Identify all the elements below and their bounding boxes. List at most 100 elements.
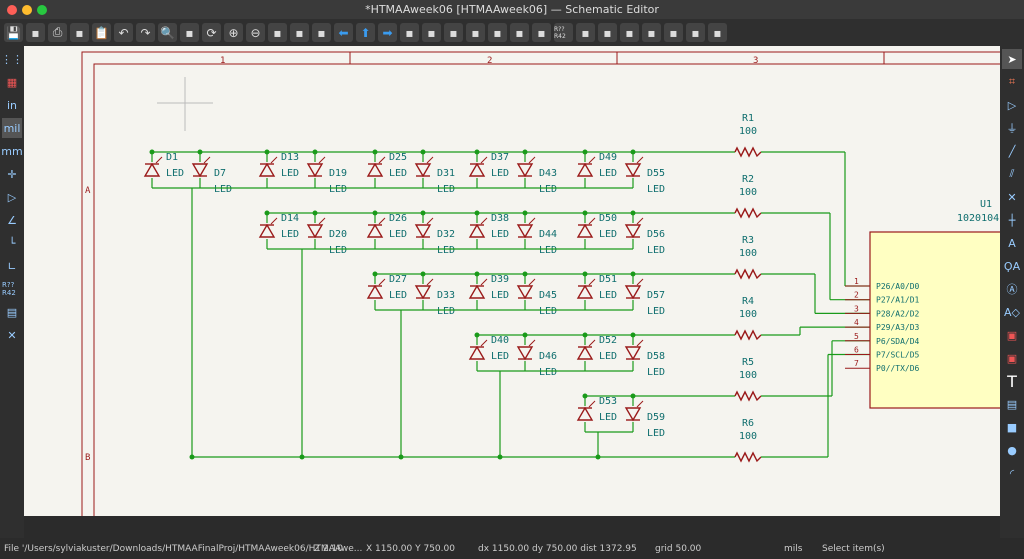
resistor-value[interactable]: 100: [739, 370, 757, 381]
led-reference[interactable]: D52: [599, 335, 617, 346]
led-reference[interactable]: D45: [539, 290, 557, 301]
led-emission-arrow[interactable]: [528, 156, 536, 164]
led-reference[interactable]: D38: [491, 213, 509, 224]
zoom-button[interactable]: [37, 5, 47, 15]
led-reference[interactable]: D44: [539, 229, 557, 240]
u1-reference[interactable]: U1: [980, 199, 992, 210]
select-icon[interactable]: ➤: [1002, 49, 1022, 69]
led-symbol[interactable]: [576, 345, 594, 360]
netlist-icon[interactable]: ▪: [664, 23, 683, 42]
u1-pin-name[interactable]: P27/A1/D1: [876, 296, 920, 305]
led-value[interactable]: LED: [491, 168, 509, 179]
led-value[interactable]: LED: [329, 184, 347, 195]
find-icon[interactable]: 🔍: [158, 23, 177, 42]
resistor-value[interactable]: 100: [739, 248, 757, 259]
led-emission-arrow[interactable]: [270, 217, 278, 225]
save-icon[interactable]: 💾: [4, 23, 23, 42]
led-reference[interactable]: D32: [437, 229, 455, 240]
led-emission-arrow[interactable]: [480, 339, 488, 347]
led-reference[interactable]: D49: [599, 152, 617, 163]
no-connect-icon[interactable]: ✕: [1002, 187, 1022, 207]
led-emission-arrow[interactable]: [270, 156, 278, 164]
led-value[interactable]: LED: [437, 245, 455, 256]
led-value[interactable]: LED: [329, 245, 347, 256]
led-value[interactable]: LED: [599, 351, 617, 362]
led-value[interactable]: LED: [539, 306, 557, 317]
grid-toggle-icon[interactable]: ⋮⋮: [1, 49, 23, 69]
sheet-column-label[interactable]: 1: [220, 56, 225, 66]
units-mm-button[interactable]: mm: [1, 141, 22, 161]
led-symbol[interactable]: [258, 223, 276, 238]
scripting-icon[interactable]: ▪: [708, 23, 727, 42]
u1-pin-name[interactable]: P7/SCL/D5: [876, 351, 920, 360]
led-symbol[interactable]: [366, 223, 384, 238]
zoom-selection-icon[interactable]: ▪: [312, 23, 331, 42]
led-emission-arrow[interactable]: [528, 339, 536, 347]
u1-pin-name[interactable]: P28/A2/D2: [876, 309, 920, 318]
led-emission-arrow[interactable]: [636, 339, 644, 347]
led-emission-arrow[interactable]: [318, 156, 326, 164]
schematic-canvas[interactable]: 1 2 3 A B D1 LED D7 LED D13 LED D19 LED D25 LED D31 LED D…: [24, 46, 1013, 525]
right-icon[interactable]: ➡: [378, 23, 397, 42]
led-symbol[interactable]: [624, 163, 642, 178]
units-mil-button[interactable]: mil: [2, 118, 22, 138]
u1-pin-number[interactable]: 5: [854, 332, 859, 341]
assign-footprints-icon[interactable]: ▪: [620, 23, 639, 42]
led-symbol[interactable]: [468, 284, 486, 299]
led-symbol[interactable]: [258, 162, 276, 177]
add-symbol-icon[interactable]: ▷: [1002, 95, 1022, 115]
led-reference[interactable]: D59: [647, 412, 665, 423]
led-value[interactable]: LED: [539, 367, 557, 378]
add-wire-icon[interactable]: ╱: [1002, 141, 1022, 161]
led-reference[interactable]: D20: [329, 229, 347, 240]
led-emission-arrow[interactable]: [528, 278, 536, 286]
led-symbol[interactable]: [414, 224, 432, 239]
led-symbol[interactable]: [468, 162, 486, 177]
import-sheet-pin-icon[interactable]: ▣: [1002, 348, 1022, 368]
led-emission-arrow[interactable]: [636, 217, 644, 225]
zoom-objects-icon[interactable]: ▪: [290, 23, 309, 42]
led-value[interactable]: LED: [491, 351, 509, 362]
led-reference[interactable]: D39: [491, 274, 509, 285]
annotate-icon[interactable]: R?? R42: [2, 279, 22, 299]
add-power-icon[interactable]: ⏚: [1002, 118, 1022, 138]
u1-pin-number[interactable]: 2: [854, 291, 859, 300]
led-value[interactable]: LED: [647, 367, 665, 378]
led-symbol[interactable]: [191, 163, 209, 178]
led-reference[interactable]: D27: [389, 274, 407, 285]
led-symbol[interactable]: [306, 163, 324, 178]
mirror-v-icon[interactable]: ▪: [444, 23, 463, 42]
rotate-ccw-icon[interactable]: ▪: [400, 23, 419, 42]
led-value[interactable]: LED: [389, 168, 407, 179]
led-reference[interactable]: D13: [281, 152, 299, 163]
cursor-icon[interactable]: ✛: [2, 164, 22, 184]
resistor-reference[interactable]: R3: [742, 235, 754, 246]
u1-pin-number[interactable]: 4: [854, 318, 859, 327]
led-value[interactable]: LED: [389, 229, 407, 240]
add-bus-icon[interactable]: ⫽: [1002, 164, 1022, 184]
led-value[interactable]: LED: [437, 306, 455, 317]
zoom-fit-icon[interactable]: ▪: [268, 23, 287, 42]
led-symbol[interactable]: [576, 223, 594, 238]
led-symbol[interactable]: [516, 163, 534, 178]
led-reference[interactable]: D40: [491, 335, 509, 346]
led-emission-arrow[interactable]: [636, 278, 644, 286]
led-emission-arrow[interactable]: [378, 156, 386, 164]
resistor-reference[interactable]: R1: [742, 113, 754, 124]
led-emission-arrow[interactable]: [588, 278, 596, 286]
led-reference[interactable]: D14: [281, 213, 299, 224]
mirror-h-icon[interactable]: ▪: [466, 23, 485, 42]
led-symbol[interactable]: [468, 345, 486, 360]
led-symbol[interactable]: [624, 346, 642, 361]
undo-icon[interactable]: ↶: [114, 23, 133, 42]
resistor-value[interactable]: 100: [739, 431, 757, 442]
properties-icon[interactable]: ▤: [2, 302, 22, 322]
junction-icon[interactable]: ┼: [1002, 210, 1022, 230]
page-settings-icon[interactable]: ▪: [26, 23, 45, 42]
led-value[interactable]: LED: [599, 229, 617, 240]
led-emission-arrow[interactable]: [426, 278, 434, 286]
resistor-symbol[interactable]: [734, 207, 762, 219]
led-emission-arrow[interactable]: [528, 217, 536, 225]
u1-body[interactable]: [869, 231, 1011, 409]
hierarchy-icon[interactable]: ▷: [2, 187, 22, 207]
